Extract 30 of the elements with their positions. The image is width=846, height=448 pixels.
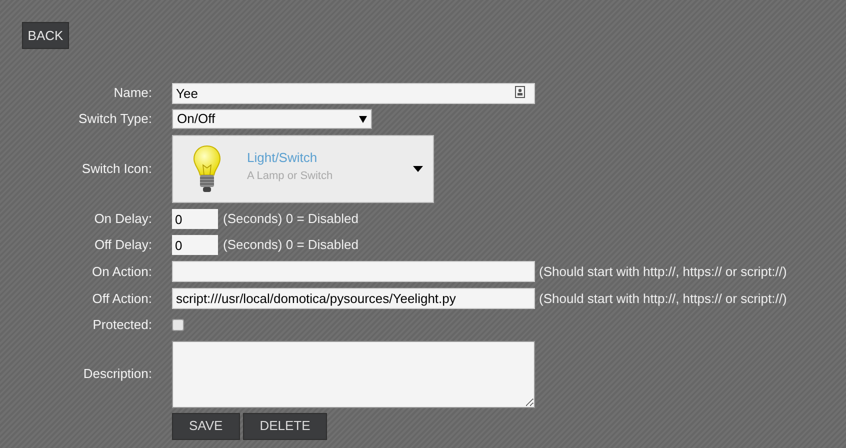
field-label: On Action: [91, 262, 152, 281]
icon-subtitle: A Lamp or Switch [247, 168, 334, 184]
protected-checkbox[interactable] [172, 318, 184, 331]
action-hint: (Should start with http://, https:// or script://) [539, 262, 787, 281]
field-label: Protected: [92, 316, 152, 334]
field-label: Off Delay: [93, 236, 152, 254]
field-label: Switch Type: [78, 110, 152, 128]
action-url-input[interactable]: script:///usr/local/domotica/pysources/Yeelight.py [172, 288, 535, 309]
caret-icon [359, 116, 367, 122]
delay-hint: (Seconds) 0 = Disabled [223, 210, 358, 228]
action-hint: (Should start with http://, https:// or script://) [539, 290, 787, 308]
name-field[interactable]: Yee [172, 83, 535, 104]
caret-icon [413, 166, 423, 172]
field-label: Name: [112, 84, 152, 102]
switch-type-select[interactable]: On/Off [172, 109, 372, 129]
field-label: On Delay: [93, 210, 152, 228]
description-textarea[interactable] [172, 340, 535, 408]
back-button[interactable]: BACK [22, 22, 69, 49]
action-url-input[interactable] [172, 261, 535, 282]
delay-hint: (Seconds) 0 = Disabled [223, 236, 358, 254]
light-bulb-icon [193, 145, 221, 193]
delay-input[interactable]: 0 [172, 209, 218, 229]
delete-button[interactable]: DELETE [242, 412, 328, 440]
icon-title: Light/Switch [247, 149, 318, 167]
field-label: Description: [82, 365, 152, 384]
contact-card-icon [515, 86, 525, 98]
field-label: Switch Icon: [80, 160, 152, 178]
field-label: Off Action: [91, 290, 152, 308]
delay-input[interactable]: 0 [172, 235, 218, 255]
save-button[interactable]: SAVE [172, 412, 240, 440]
